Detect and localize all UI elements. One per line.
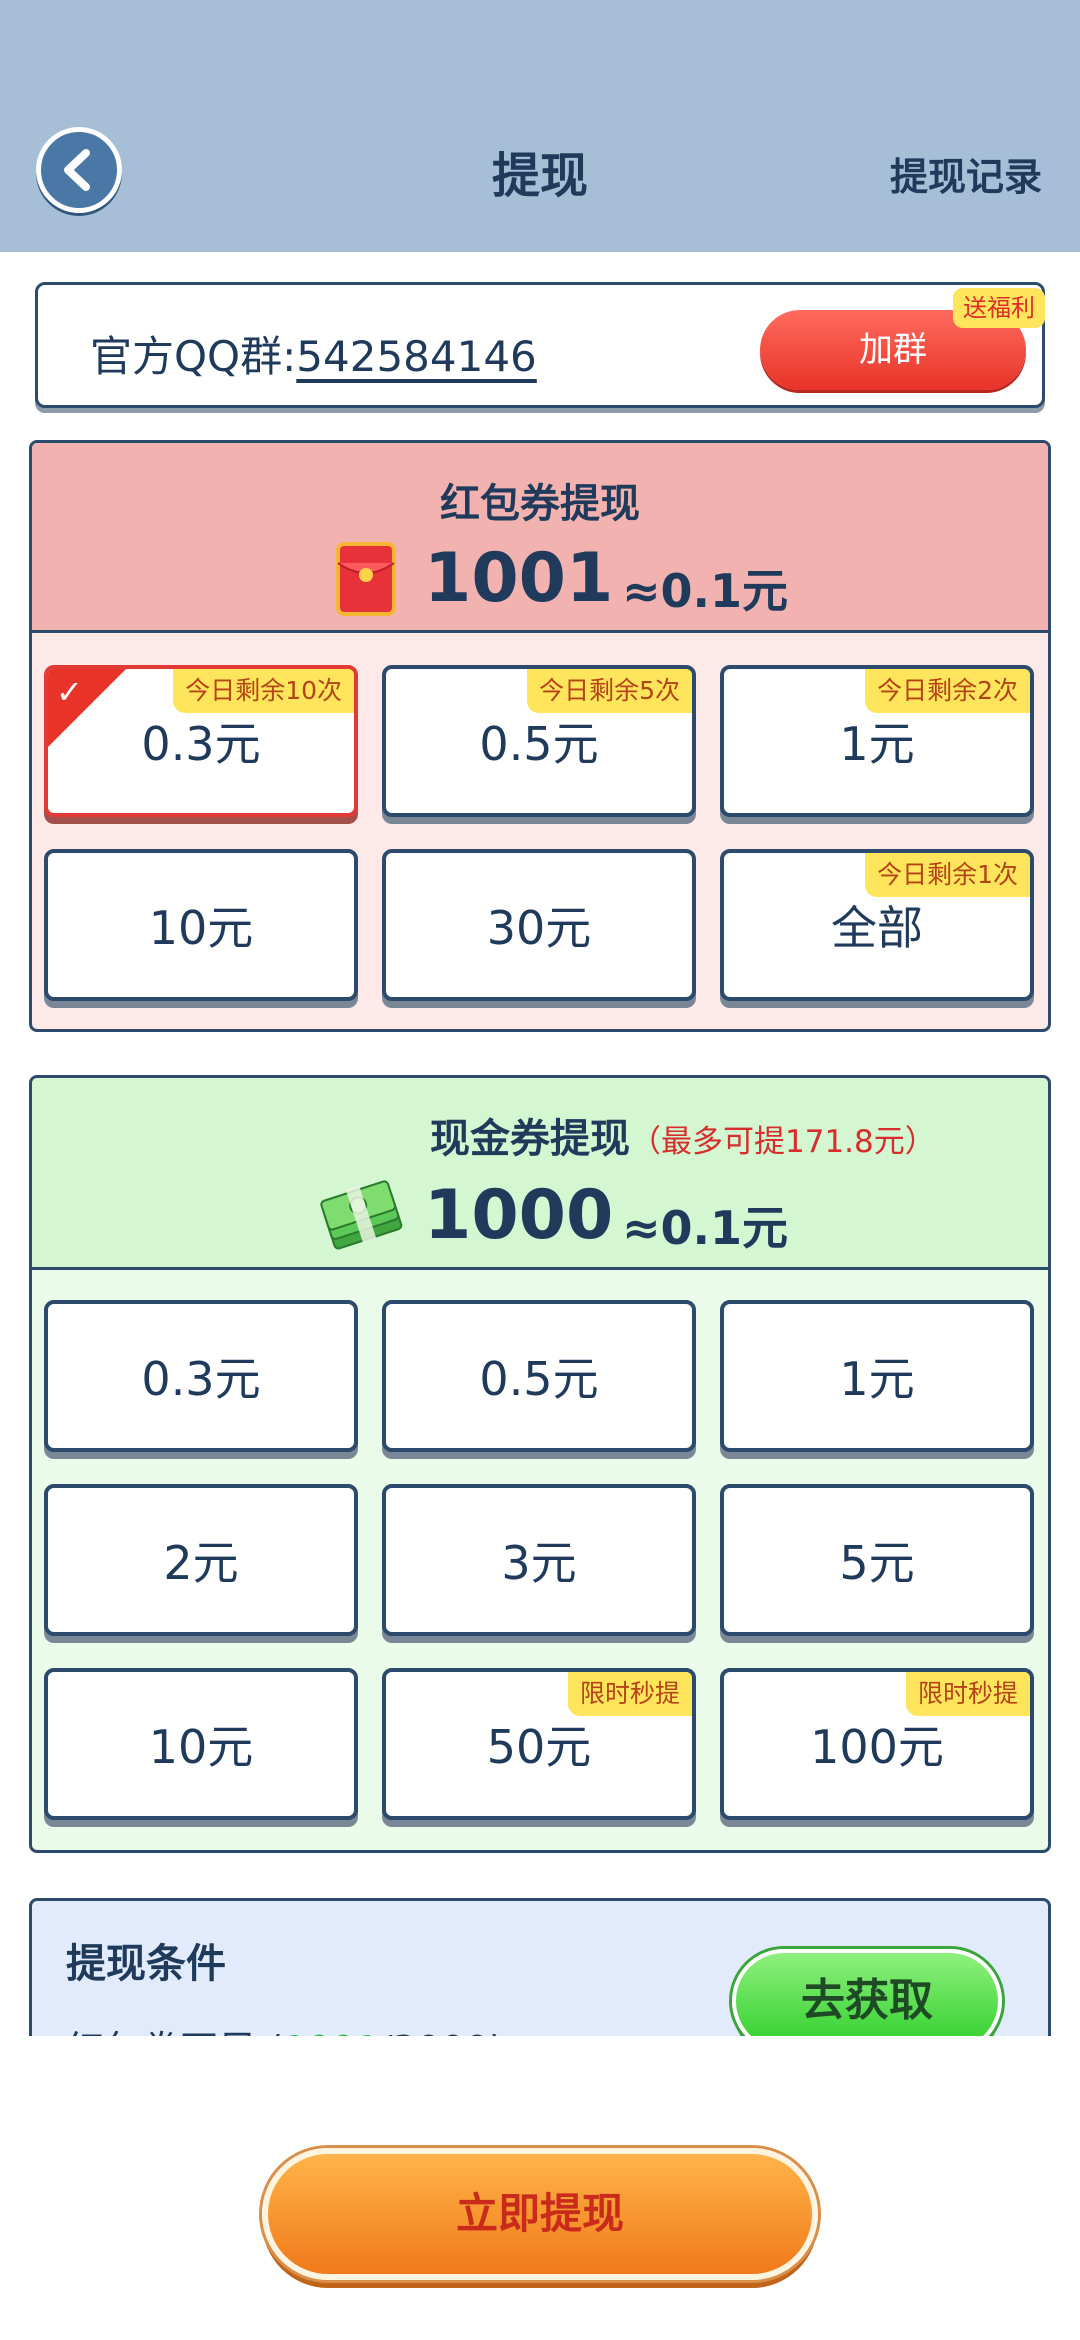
option-label: 5元: [839, 1536, 915, 1590]
option-badge: 今日剩余10次: [173, 669, 354, 713]
option-badge: 今日剩余1次: [865, 853, 1030, 897]
option-label: 10元: [148, 901, 254, 955]
option-badge: 限时秒提: [567, 1672, 692, 1716]
top-bar: 提现 提现记录: [0, 0, 1080, 252]
red-packet-panel: 红包券提现 1001 ≈0.1元 ✓ 0.3元 今日剩余10次 0.5元 今日剩…: [29, 440, 1051, 1032]
cash-option-3[interactable]: 3元: [382, 1484, 696, 1636]
cash-option-0-5[interactable]: 0.5元: [382, 1300, 696, 1452]
cash-amount: 1000: [424, 1176, 614, 1255]
option-badge: 限时秒提: [905, 1672, 1030, 1716]
option-badge: 今日剩余5次: [527, 669, 692, 713]
qq-group-card: 官方QQ群:542584146 加群: [35, 282, 1045, 408]
option-label: 30元: [486, 901, 592, 955]
red-option-10[interactable]: 10元: [44, 849, 358, 1001]
option-label: 0.5元: [479, 1352, 599, 1406]
option-badge: 今日剩余2次: [865, 669, 1030, 713]
red-option-30[interactable]: 30元: [382, 849, 696, 1001]
option-label: 0.3元: [141, 717, 261, 771]
cash-option-50[interactable]: 50元 限时秒提: [382, 1668, 696, 1820]
red-option-1[interactable]: 1元 今日剩余2次: [720, 665, 1034, 817]
option-label: 10元: [148, 1720, 254, 1774]
cash-limit-note: （最多可提171.8元）: [630, 1124, 936, 1160]
withdraw-record-link[interactable]: 提现记录: [890, 146, 1042, 201]
cash-option-10[interactable]: 10元: [44, 1668, 358, 1820]
cash-title: 现金券提现: [430, 1116, 630, 1162]
withdraw-now-button[interactable]: 立即提现: [262, 2148, 818, 2280]
cash-stack-icon: [320, 1180, 403, 1250]
red-packet-header: 红包券提现 1001 ≈0.1元: [32, 443, 1048, 633]
option-label: 3元: [501, 1536, 577, 1590]
option-label: 1元: [839, 1352, 915, 1406]
qq-group-number[interactable]: 542584146: [296, 332, 537, 381]
red-envelope-icon: [336, 542, 396, 616]
red-packet-title: 红包券提现: [440, 481, 640, 527]
red-option-0-5[interactable]: 0.5元 今日剩余5次: [382, 665, 696, 817]
cash-option-2[interactable]: 2元: [44, 1484, 358, 1636]
cash-panel: 现金券提现（最多可提171.8元） 1000 ≈0.1元 0.3元 0.5元 1…: [29, 1075, 1051, 1853]
cash-option-1[interactable]: 1元: [720, 1300, 1034, 1452]
cash-option-5[interactable]: 5元: [720, 1484, 1034, 1636]
option-label: 0.5元: [479, 717, 599, 771]
gift-badge: 送福利: [953, 288, 1045, 328]
option-label: 1元: [839, 717, 915, 771]
conditions-title: 提现条件: [66, 1941, 226, 1987]
option-label: 100元: [810, 1720, 944, 1774]
check-icon: ✓: [56, 673, 83, 711]
qq-group-label: 官方QQ群:: [90, 332, 297, 381]
cash-approx: ≈0.1元: [622, 1201, 789, 1255]
cash-header: 现金券提现（最多可提171.8元） 1000 ≈0.1元: [32, 1078, 1048, 1270]
option-label: 2元: [163, 1536, 239, 1590]
cash-option-100[interactable]: 100元 限时秒提: [720, 1668, 1034, 1820]
red-packet-approx: ≈0.1元: [622, 564, 789, 618]
cash-option-0-3[interactable]: 0.3元: [44, 1300, 358, 1452]
red-option-all[interactable]: 全部 今日剩余1次: [720, 849, 1034, 1001]
option-label: 50元: [486, 1720, 592, 1774]
option-label: 0.3元: [141, 1352, 261, 1406]
qq-group-text: 官方QQ群:542584146: [90, 323, 537, 384]
red-packet-amount: 1001: [424, 539, 614, 618]
cash-title-row: 现金券提现（最多可提171.8元）: [430, 1106, 936, 1164]
option-label: 全部: [831, 901, 923, 955]
red-option-0-3[interactable]: ✓ 0.3元 今日剩余10次: [44, 665, 358, 817]
